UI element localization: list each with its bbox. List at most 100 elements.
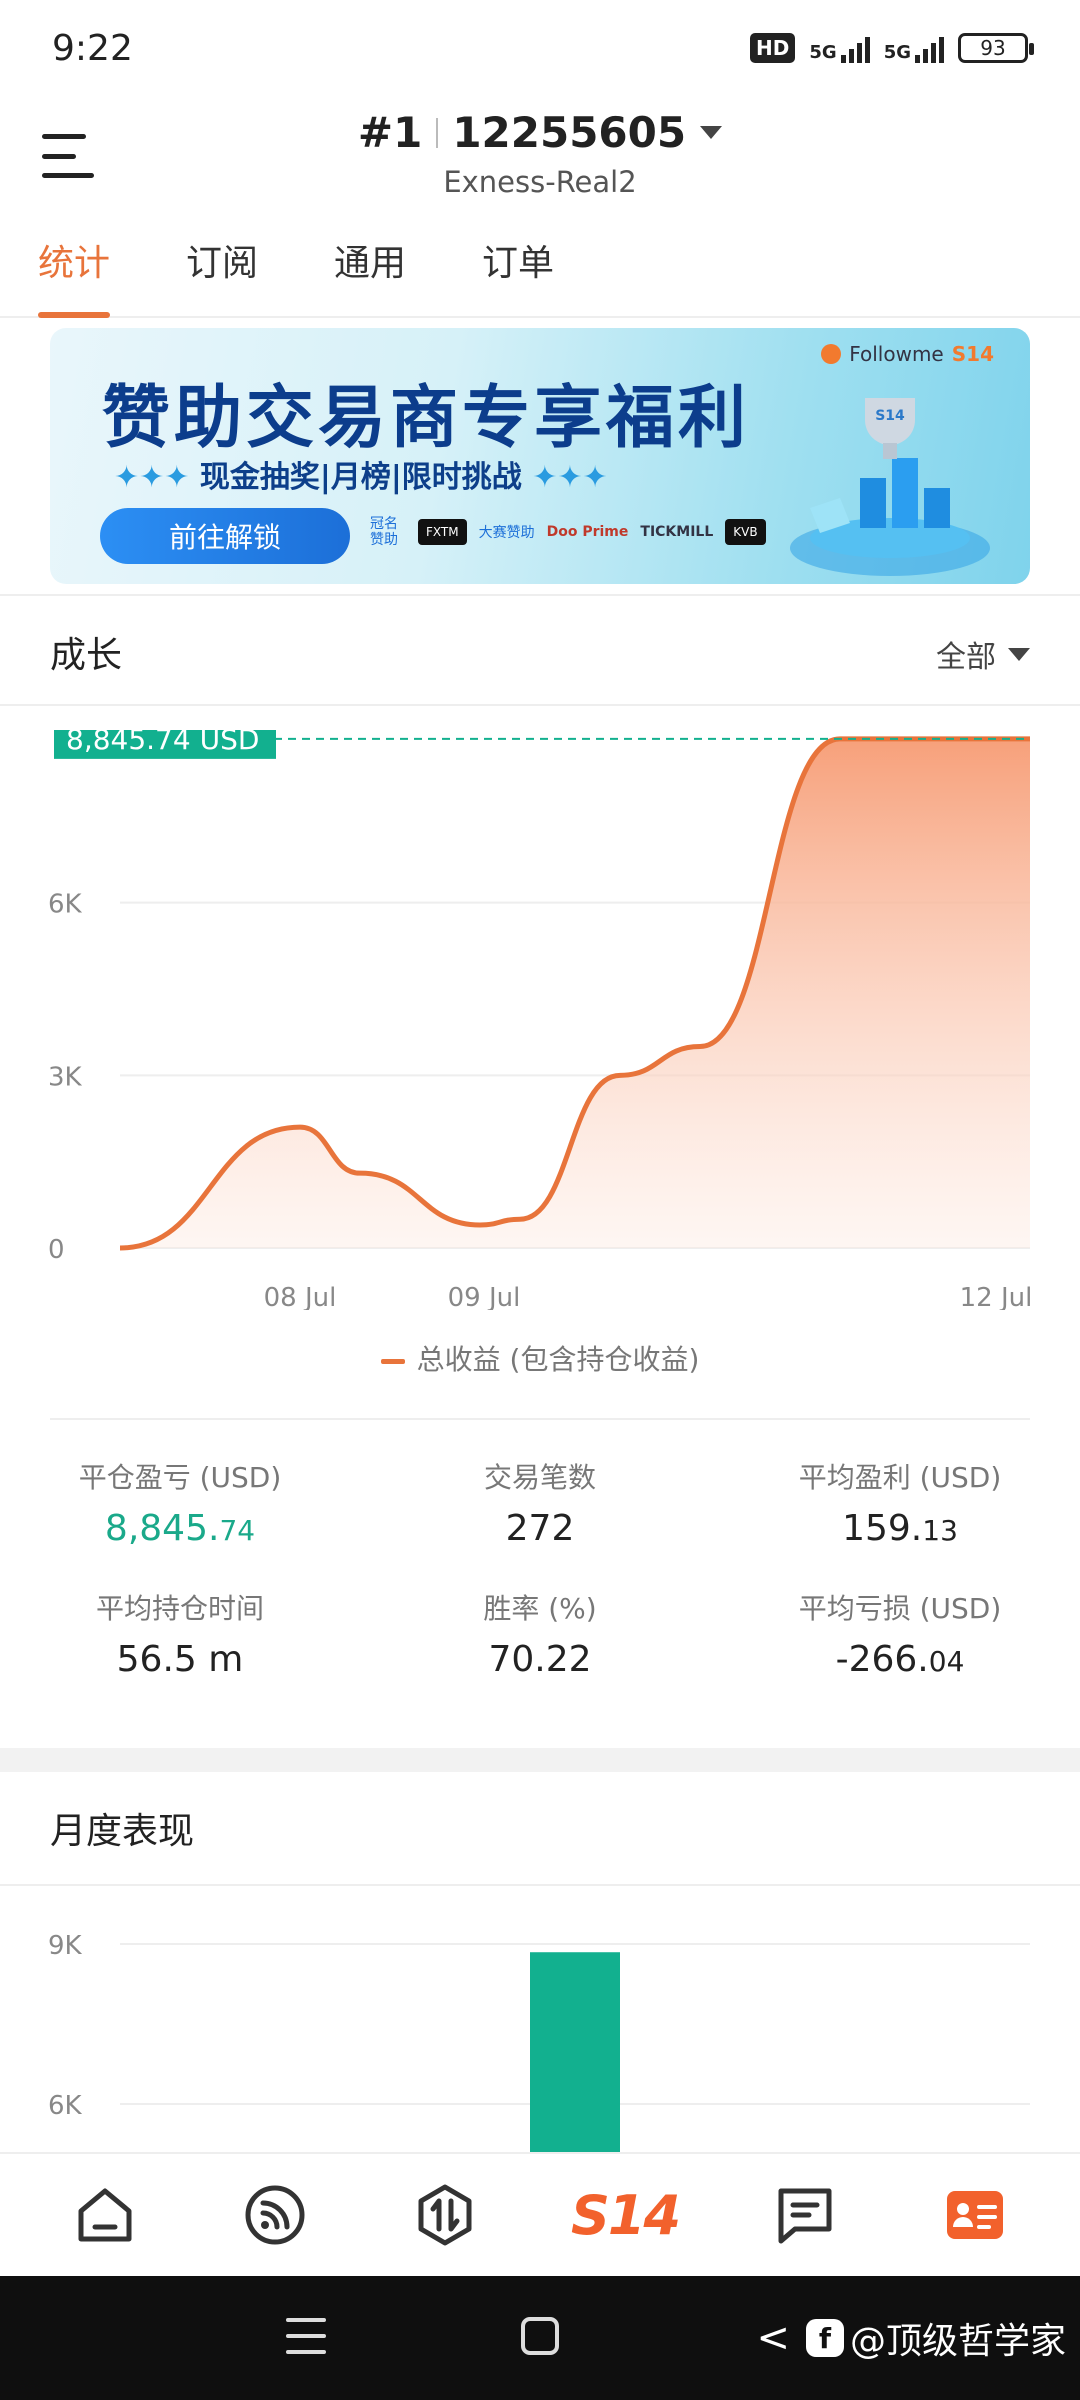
home-button-icon[interactable] [520,2314,560,2358]
nav-profile[interactable] [935,2175,1015,2255]
sponsor-fxtm: FXTM [418,519,467,545]
sponsor-other-label: 大赛赞助 [478,525,535,541]
trade-icon [418,2184,472,2246]
account-server: Exness-Real2 [443,165,637,199]
brand-name: Followme [849,342,944,366]
home-icon [78,2188,132,2242]
message-icon [778,2188,832,2244]
stat-value: 159.13 [842,1508,958,1549]
signal-icon: 5G [809,33,870,63]
growth-legend: 总收益 (包含持仓收益) [0,1338,1080,1378]
stat-closed-pnl: 平仓盈亏 (USD) 8,845.74 [0,1456,360,1549]
tab-bar: 统计 订阅 通用 订单 [0,222,1080,318]
s14-logo: S14 [570,2183,681,2247]
stats-divider [50,1418,1030,1420]
svg-text:S14: S14 [875,408,905,424]
stats-grid: 平仓盈亏 (USD) 8,845.74 交易笔数 272 平均盈利 (USD) … [0,1456,1080,1680]
feed-icon [245,2185,305,2245]
recent-apps-icon[interactable] [286,2314,326,2358]
stat-value: -266.04 [835,1639,965,1680]
status-bar: 9:22 HD 5G 5G 93 [0,0,1080,96]
stat-label: 平均盈利 (USD) [798,1461,1002,1494]
chevron-down-icon[interactable] [700,126,723,139]
stat-label: 平均持仓时间 [95,1592,264,1625]
brand-s14: S14 [951,342,994,366]
tab-subscribe[interactable]: 订阅 [186,222,258,318]
stat-label: 平仓盈亏 (USD) [78,1461,282,1494]
stat-label: 平均亏损 (USD) [798,1592,1002,1625]
growth-area [120,738,1030,1248]
account-selector[interactable]: #1 12255605 Exness-Real2 [0,108,1080,199]
stat-value: 8,845.74 [104,1508,256,1549]
facebook-icon: f [805,2319,844,2357]
status-time: 9:22 [52,27,133,69]
stat-value: 56.5 m [116,1639,244,1680]
stat-avg-hold-time: 平均持仓时间 56.5 m [0,1587,360,1680]
system-nav-bar: < f @顶级哲学家 [0,2276,1080,2400]
nav-feed[interactable] [235,2175,315,2255]
growth-section-header: 成长 全部 [0,596,1080,706]
growth-filter-dropdown[interactable]: 全部 [936,632,1030,676]
battery-icon: 93 [958,33,1034,63]
nav-messages[interactable] [765,2175,845,2255]
sponsor-kvb: KVB [725,519,766,545]
tab-orders[interactable]: 订单 [482,222,554,318]
stat-win-rate: 胜率 (%) 70.22 [360,1587,720,1680]
nav-s14[interactable]: S14 [571,2175,681,2255]
status-icons: HD 5G 5G 93 [750,33,1034,63]
stat-avg-loss: 平均亏损 (USD) -266.04 [720,1587,1080,1680]
x-tick-label: 09 Jul [448,1283,521,1310]
y-tick-label: 6K [48,890,83,920]
monthly-chart[interactable]: 9K 6K [0,1888,1080,2152]
y-tick-label: 0 [48,1235,65,1265]
stat-value: 272 [505,1508,575,1549]
stat-label: 交易笔数 [483,1461,596,1494]
monthly-bar[interactable] [530,1952,620,2152]
stat-label: 胜率 (%) [483,1592,597,1625]
monthly-title: 月度表现 [50,1811,195,1852]
current-value-label: 8,845.74 USD [66,730,259,756]
profile-card-icon [947,2191,1003,2239]
stat-value: 70.22 [488,1639,592,1680]
nav-home[interactable] [65,2175,145,2255]
section-gap [0,1748,1080,1772]
separator [436,117,439,148]
banner-brand: Followme S14 [821,342,994,366]
watermark-text: @顶级哲学家 [849,2321,1066,2362]
y-tick-label: 9K [48,1931,83,1961]
account-id: 12255605 [452,108,687,157]
unlock-button[interactable]: 前往解锁 [100,508,350,564]
tab-stats[interactable]: 统计 [38,222,111,318]
legend-label: 总收益 (包含持仓收益) [416,1343,700,1376]
x-tick-label: 08 Jul [264,1283,337,1310]
stat-trade-count: 交易笔数 272 [360,1456,720,1549]
sponsor-label: 冠名赞助 [370,516,398,548]
x-tick-label: 12 Jul [960,1283,1033,1310]
trophy-illustration-icon: S14 [790,398,990,576]
growth-title: 成长 [50,635,123,676]
network-type-label-2: 5G [883,42,911,63]
followme-logo-icon [821,344,842,364]
sponsor-tickmill: TICKMILL [640,524,714,540]
promo-banner[interactable]: Followme S14 赞助交易商专享福利 ✦✦✦ 现金抽奖|月榜|限时挑战 … [50,328,1030,584]
banner-subtitle-text: 现金抽奖|月榜|限时挑战 [199,460,522,495]
stat-avg-profit: 平均盈利 (USD) 159.13 [720,1456,1080,1549]
tab-general[interactable]: 通用 [334,222,406,318]
watermark: < f @顶级哲学家 [756,2312,1066,2364]
bottom-nav: S14 [0,2152,1080,2276]
y-tick-label: 3K [48,1062,83,1092]
nav-trade[interactable] [405,2175,485,2255]
sponsor-doo: Doo Prime [546,524,629,540]
back-icon[interactable]: < [756,2315,790,2361]
app-header: #1 12255605 Exness-Real2 [0,96,1080,216]
growth-chart[interactable]: 0 3K 6K 8,845.74 USD 08 Jul 09 Jul 12 Jul [0,730,1080,1310]
y-tick-label: 6K [48,2091,83,2121]
banner-subtitle: ✦✦✦ 现金抽奖|月榜|限时挑战 ✦✦✦ [114,460,608,495]
account-rank: #1 [357,108,423,157]
signal-icon-2: 5G [884,33,944,63]
banner-title: 赞助交易商专享福利 [102,379,751,458]
banner-sponsors: 冠名赞助 FXTM 大赛赞助 Doo Prime TICKMILL KVB [370,516,766,548]
growth-filter-label: 全部 [936,640,996,675]
legend-swatch [380,1358,405,1364]
monthly-section-header: 月度表现 [0,1772,1080,1886]
